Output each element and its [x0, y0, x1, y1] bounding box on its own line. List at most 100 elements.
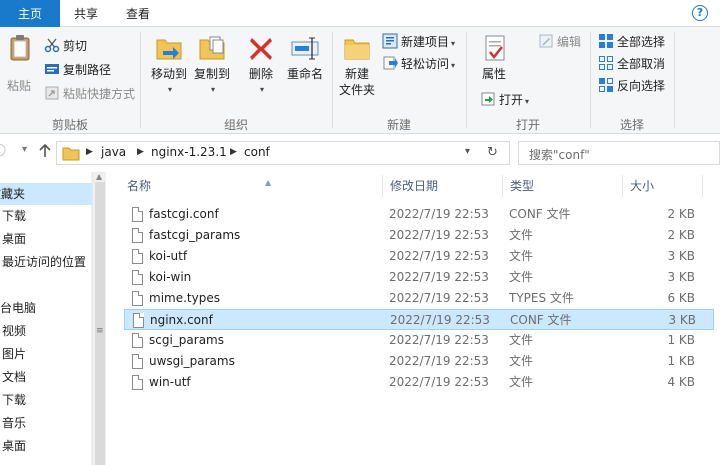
invert-selection-label: 反向选择 — [617, 79, 666, 93]
move-to-button[interactable]: 移动到 ▾ — [148, 32, 190, 98]
address-bar[interactable]: ▶ java ▶ nginx-1.23.1 ▶ conf ▾ ↻ — [56, 141, 510, 165]
file-size: 3 KB — [667, 249, 695, 263]
search-input[interactable]: 搜索"conf" — [529, 146, 590, 163]
easy-access-button[interactable]: 轻松访问 ▾ — [382, 54, 455, 74]
tab-share[interactable]: 共享 — [60, 0, 112, 28]
file-type: CONF 文件 — [509, 207, 571, 221]
select-all-button[interactable]: 全部选择 — [598, 32, 665, 52]
select-all-label: 全部选择 — [617, 35, 666, 49]
edit-label: 编辑 — [557, 35, 582, 49]
delete-button[interactable]: 删除 ▾ — [244, 32, 278, 98]
select-group-label: 选择 — [619, 118, 644, 132]
scroll-up-icon[interactable]: ▲ — [96, 172, 102, 181]
paste-label: 粘贴 — [6, 79, 31, 93]
file-icon — [132, 228, 143, 243]
nav-pane-scrollbar[interactable]: ▲ ≡ — [92, 172, 106, 465]
new-folder-button[interactable]: 新建 文件夹 — [336, 32, 378, 98]
file-row[interactable]: koi-win 2022/7/19 22:53 文件 3 KB — [124, 267, 714, 288]
file-size: 2 KB — [667, 228, 695, 242]
copy-to-label: 复制到 — [193, 67, 230, 81]
file-type: 文件 — [509, 333, 534, 347]
nav-item-videos[interactable]: 视频 — [2, 320, 26, 342]
properties-button[interactable]: 属性 — [474, 32, 514, 82]
tab-home[interactable]: 主页 — [0, 0, 60, 28]
copy-to-button[interactable]: 复制到 ▾ — [192, 32, 232, 98]
address-history-chevron-icon[interactable]: ▾ — [465, 146, 470, 157]
file-row[interactable]: uwsgi_params 2022/7/19 22:53 文件 1 KB — [124, 351, 714, 372]
breadcrumb-conf[interactable]: conf — [244, 145, 270, 159]
file-modified-date: 2022/7/19 22:53 — [389, 375, 489, 389]
ribbon-tab-bar: 主页 共享 查看 ? — [0, 0, 720, 28]
paste-shortcut-icon — [44, 85, 60, 101]
file-row[interactable]: koi-utf 2022/7/19 22:53 文件 3 KB — [124, 246, 714, 267]
nav-item-favorites[interactable]: 收藏夹 — [0, 183, 92, 205]
help-icon[interactable]: ? — [692, 5, 708, 21]
group-divider — [332, 32, 333, 128]
copy-path-button[interactable]: 复制路径 — [44, 60, 111, 80]
scrollbar-thumb[interactable] — [95, 182, 105, 465]
invert-selection-button[interactable]: 反向选择 — [598, 76, 665, 96]
breadcrumb-nginx[interactable]: nginx-1.23.1 — [151, 145, 227, 159]
open-icon — [480, 91, 496, 107]
invert-selection-icon — [598, 77, 614, 93]
nav-item-pictures[interactable]: 图片 — [2, 343, 26, 365]
select-none-label: 全部取消 — [617, 57, 666, 71]
pin-to-quick-access-button[interactable]: 粘贴 — [4, 32, 34, 94]
cut-button[interactable]: 剪切 — [44, 36, 87, 56]
tab-view[interactable]: 查看 — [112, 0, 164, 28]
nav-item-documents[interactable]: 文档 — [2, 366, 26, 388]
file-name: mime.types — [149, 291, 220, 305]
file-name: fastcgi.conf — [149, 207, 219, 221]
file-row[interactable]: win-utf 2022/7/19 22:53 文件 4 KB — [124, 372, 714, 393]
paste-shortcut-button[interactable]: 粘贴快捷方式 — [44, 84, 135, 104]
file-size: 2 KB — [667, 207, 695, 221]
file-name: koi-win — [149, 270, 192, 284]
nav-item-music[interactable]: 音乐 — [2, 412, 26, 434]
edit-icon — [538, 33, 554, 49]
breadcrumb-java[interactable]: java — [101, 145, 126, 159]
column-header-type[interactable]: 类型 — [503, 175, 623, 197]
file-size: 4 KB — [667, 375, 695, 389]
select-none-button[interactable]: 全部取消 — [598, 54, 665, 74]
file-type: 文件 — [509, 270, 534, 284]
recent-locations-icon[interactable]: ▾ — [22, 144, 27, 155]
file-row[interactable]: scgi_params 2022/7/19 22:53 文件 1 KB — [124, 330, 714, 351]
folder-icon — [62, 145, 80, 164]
breadcrumb-separator-icon[interactable]: ▶ — [137, 147, 144, 157]
column-header-date[interactable]: 修改日期 — [383, 175, 503, 197]
nav-item-downloads-pc[interactable]: 下载 — [2, 389, 26, 411]
breadcrumb-separator-icon[interactable]: ▶ — [230, 147, 237, 157]
file-row[interactable]: fastcgi.conf 2022/7/19 22:53 CONF 文件 2 KB — [124, 204, 714, 225]
nav-item-desktop-pc[interactable]: 桌面 — [2, 435, 26, 457]
new-item-icon — [382, 33, 398, 49]
open-label: 打开 — [499, 93, 524, 107]
nav-item-downloads[interactable]: 下载 — [2, 205, 26, 227]
file-row[interactable]: nginx.conf 2022/7/19 22:53 CONF 文件 3 KB — [124, 309, 714, 330]
file-row[interactable]: fastcgi_params 2022/7/19 22:53 文件 2 KB — [124, 225, 714, 246]
new-item-button[interactable]: 新建项目 ▾ — [382, 32, 455, 52]
nav-item-desktop[interactable]: 桌面 — [2, 228, 26, 250]
file-icon — [132, 207, 143, 222]
column-header-size[interactable]: 大小 — [623, 175, 703, 197]
open-button[interactable]: 打开 ▾ — [480, 90, 529, 110]
properties-label: 属性 — [481, 67, 506, 81]
file-size: 3 KB — [667, 270, 695, 284]
file-name: nginx.conf — [150, 313, 213, 327]
file-size: 1 KB — [667, 354, 695, 368]
nav-item-recent[interactable]: 最近访问的位置 — [2, 251, 86, 273]
up-arrow-icon[interactable] — [38, 143, 52, 163]
easy-access-label: 轻松访问 — [401, 57, 450, 71]
delete-x-icon — [245, 32, 277, 64]
edit-button[interactable]: 编辑 — [538, 32, 581, 52]
file-row[interactable]: mime.types 2022/7/19 22:53 TYPES 文件 6 KB — [124, 288, 714, 309]
refresh-icon[interactable]: ↻ — [487, 145, 498, 160]
rename-button[interactable]: 重命名 — [284, 32, 326, 82]
forward-icon[interactable] — [0, 143, 10, 161]
nav-item-this-pc[interactable]: 这台电脑 — [0, 297, 36, 319]
file-modified-date: 2022/7/19 22:53 — [389, 228, 489, 242]
group-divider — [674, 32, 675, 128]
chevron-down-icon: ▾ — [259, 85, 264, 94]
column-header-name[interactable]: 名称 ▲ — [120, 175, 383, 197]
search-box[interactable]: 搜索"conf" — [518, 141, 720, 165]
breadcrumb-separator-icon[interactable]: ▶ — [86, 147, 93, 157]
